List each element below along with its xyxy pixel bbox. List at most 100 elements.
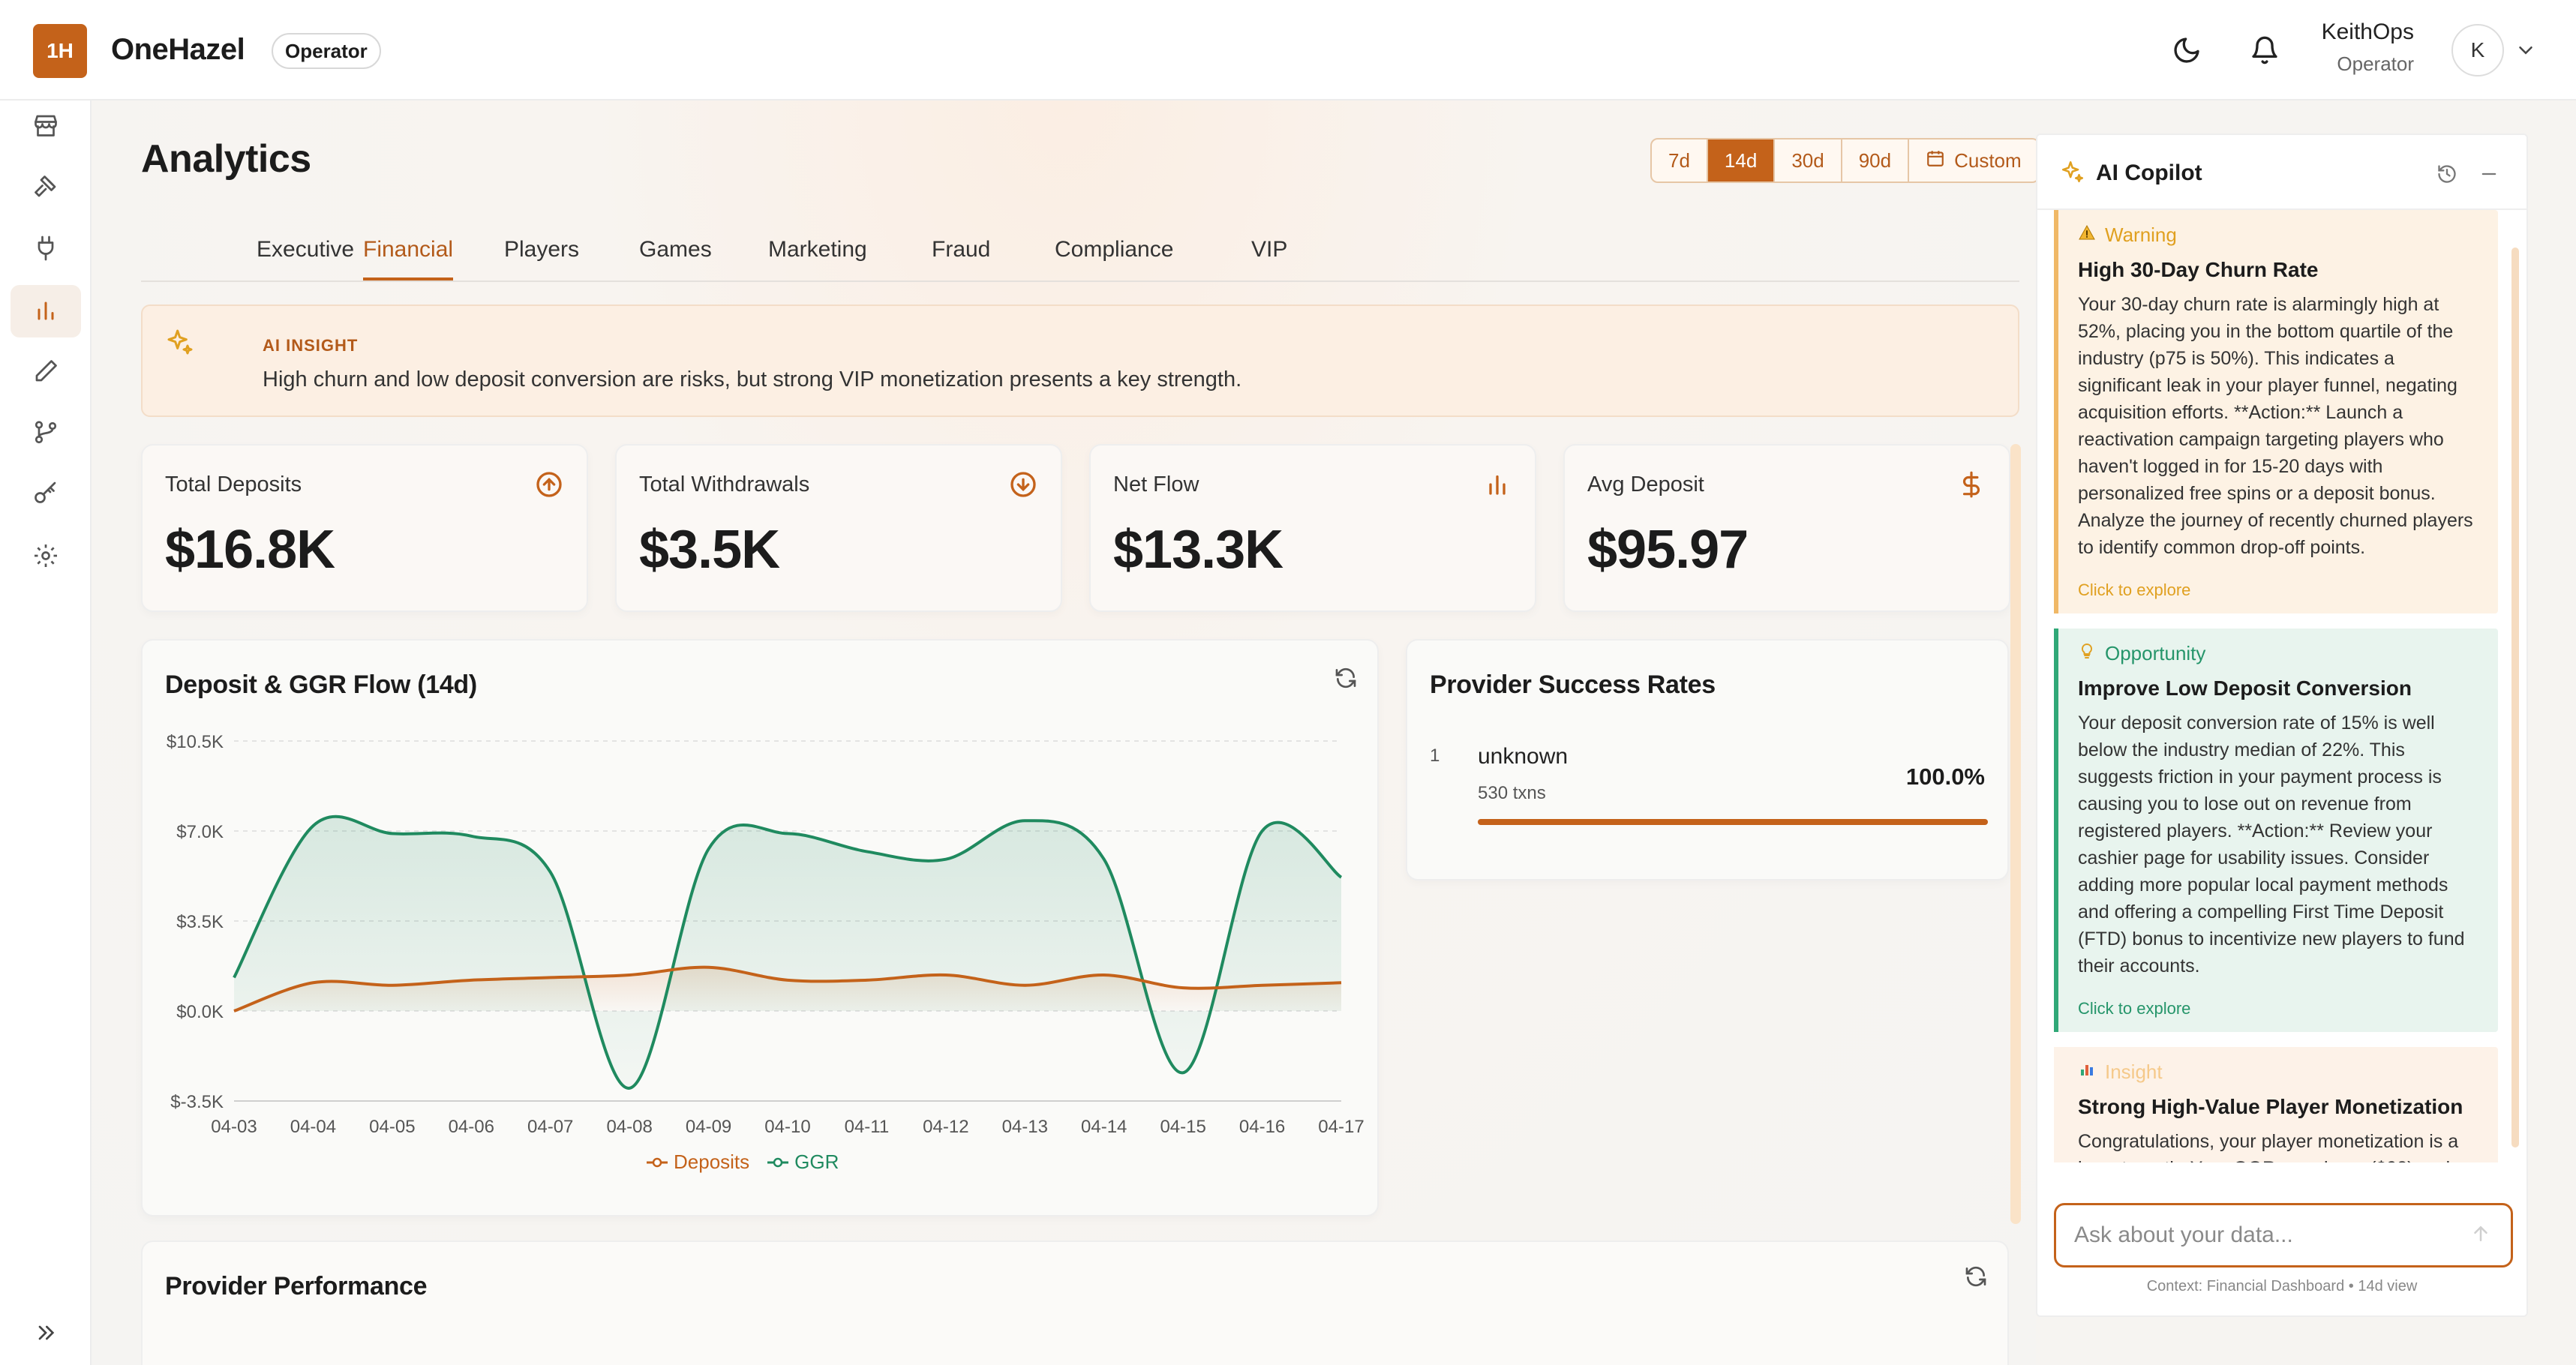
card-title: Provider Performance	[165, 1272, 428, 1300]
y-tick-label: $-3.5K	[170, 1092, 224, 1112]
sidebar-item-analytics[interactable]	[11, 285, 81, 338]
x-tick-label: 04-16	[1239, 1117, 1285, 1137]
card-kind: Insight	[2105, 1060, 2163, 1083]
copilot-input[interactable]	[2054, 1203, 2513, 1268]
main-content: Analytics 7d 14d 30d 90d Custom Executiv…	[92, 100, 2036, 1365]
plug-icon	[32, 235, 59, 266]
send-icon[interactable]	[2469, 1222, 2492, 1249]
avatar[interactable]: K	[2451, 24, 2504, 76]
card-title: Improve Low Deposit Conversion	[2078, 676, 2412, 700]
y-tick-label: $0.0K	[176, 1002, 224, 1022]
range-custom-button[interactable]: Custom	[1909, 140, 2036, 182]
arrow-down-circle-icon	[1007, 468, 1040, 501]
legend-ggr[interactable]: GGR	[767, 1150, 839, 1174]
kpi-label: Net Flow	[1113, 472, 1199, 496]
git-branch-icon	[32, 419, 59, 450]
copilot-card-warning[interactable]: Warning High 30-Day Churn Rate Your 30-d…	[2054, 210, 2498, 614]
sidebar-item-edit[interactable]	[11, 346, 81, 399]
kpi-label: Total Deposits	[165, 472, 302, 496]
copilot-card-insight[interactable]: Insight Strong High-Value Player Monetiz…	[2054, 1047, 2498, 1162]
x-tick-label: 04-12	[923, 1117, 968, 1137]
page-title: Analytics	[141, 137, 311, 181]
sparkles-icon	[165, 327, 195, 361]
brand-name: OneHazel	[111, 33, 245, 66]
analytics-tabs: Executive Financial Players Games Market…	[141, 226, 2019, 282]
sidebar-item-store[interactable]	[11, 100, 81, 153]
card-kind: Opportunity	[2105, 642, 2206, 664]
tab-fraud[interactable]: Fraud	[932, 237, 990, 278]
tab-vip[interactable]: VIP	[1251, 237, 1287, 278]
main-scrollbar[interactable]	[2010, 444, 2021, 1224]
bar-chart-icon	[2078, 1060, 2096, 1084]
provider-rank: 1	[1430, 746, 1440, 766]
history-icon[interactable]	[2435, 162, 2459, 186]
x-tick-label: 04-14	[1081, 1117, 1127, 1137]
provider-txns: 530 txns	[1478, 783, 1546, 803]
deposit-ggr-flow-card: Deposit & GGR Flow (14d) $10.5K $7.0K $3.5…	[141, 639, 1379, 1216]
kpi-value: $16.8K	[165, 520, 335, 580]
legend-deposits[interactable]: Deposits	[647, 1150, 749, 1174]
chevron-down-icon[interactable]	[2514, 39, 2537, 65]
tab-executive[interactable]: Executive	[257, 237, 354, 278]
x-tick-label: 04-05	[369, 1117, 415, 1137]
role-badge: Operator	[272, 33, 381, 69]
date-range-selector: 7d 14d 30d 90d Custom	[1650, 138, 2036, 183]
chevrons-right-icon[interactable]	[29, 1316, 63, 1350]
x-tick-label: 04-06	[449, 1117, 494, 1137]
card-title: Strong High-Value Player Monetization	[2078, 1095, 2463, 1118]
y-tick-label: $10.5K	[167, 732, 224, 752]
kpi-value: $13.3K	[1113, 520, 1283, 580]
card-kind: Warning	[2105, 224, 2177, 246]
sidebar-item-build[interactable]	[11, 162, 81, 214]
logo[interactable]: 1H	[33, 24, 87, 78]
kpi-label: Avg Deposit	[1587, 472, 1704, 496]
range-90d-button[interactable]: 90d	[1842, 140, 1910, 182]
x-tick-label: 04-17	[1318, 1117, 1364, 1137]
user-name[interactable]: KeithOps	[2322, 20, 2414, 45]
chart-legend: Deposits GGR	[647, 1150, 839, 1174]
sidebar	[0, 100, 92, 1365]
copilot-messages: Warning High 30-Day Churn Rate Your 30-d…	[2037, 210, 2526, 1162]
kpi-avg-deposit: Avg Deposit $95.97	[1563, 444, 2010, 612]
card-text: Congratulations, your player monetizatio…	[2078, 1131, 2459, 1162]
sparkles-icon	[2060, 159, 2085, 188]
provider-success-card: Provider Success Rates 1 unknown 530 txn…	[1406, 639, 2009, 880]
x-tick-label: 04-08	[606, 1117, 652, 1137]
copilot-card-opportunity[interactable]: Opportunity Improve Low Deposit Conversi…	[2054, 628, 2498, 1032]
flow-chart: $10.5K $7.0K $3.5K $0.0K $-3.5K 04-03 04-04 04-…	[167, 732, 1365, 1137]
provider-success-fill	[1478, 819, 1988, 825]
bar-chart-icon	[1481, 468, 1514, 501]
kpi-value: $95.97	[1587, 520, 1749, 580]
provider-performance-card: Provider Performance	[141, 1240, 2009, 1365]
range-14d-button[interactable]: 14d	[1707, 140, 1776, 182]
sidebar-item-integrations[interactable]	[11, 224, 81, 276]
explore-link[interactable]: Click to explore	[2078, 580, 2190, 600]
range-7d-button[interactable]: 7d	[1652, 140, 1708, 182]
hammer-icon	[32, 173, 59, 204]
top-bar: 1H OneHazel Operator KeithOps Operator K	[0, 0, 2576, 100]
sidebar-item-keys[interactable]	[11, 470, 81, 522]
card-title: High 30-Day Churn Rate	[2078, 258, 2319, 281]
moon-icon[interactable]	[2169, 33, 2204, 68]
kpi-label: Total Withdrawals	[639, 472, 810, 496]
tab-games[interactable]: Games	[639, 237, 712, 278]
sidebar-item-workflows[interactable]	[11, 408, 81, 460]
tab-marketing[interactable]: Marketing	[768, 237, 867, 278]
range-custom-label: Custom	[1954, 148, 2022, 172]
tab-financial[interactable]: Financial	[363, 237, 454, 280]
refresh-icon[interactable]	[1961, 1262, 1991, 1292]
copilot-context: Context: Financial Dashboard • 14d view	[2146, 1278, 2418, 1294]
minimize-icon[interactable]	[2477, 162, 2501, 186]
explore-link[interactable]: Click to explore	[2078, 999, 2190, 1018]
sidebar-item-settings[interactable]	[11, 531, 81, 584]
tab-players[interactable]: Players	[504, 237, 579, 278]
provider-name: unknown	[1478, 744, 1569, 769]
x-tick-label: 04-03	[211, 1117, 257, 1137]
kpi-net-flow: Net Flow $13.3K	[1089, 444, 1536, 612]
range-30d-button[interactable]: 30d	[1775, 140, 1842, 182]
key-icon	[32, 481, 59, 512]
copilot-scrollbar[interactable]	[2511, 248, 2519, 1148]
bell-icon[interactable]	[2247, 33, 2282, 68]
tab-compliance[interactable]: Compliance	[1055, 237, 1173, 278]
card-title: Provider Success Rates	[1430, 670, 1716, 699]
